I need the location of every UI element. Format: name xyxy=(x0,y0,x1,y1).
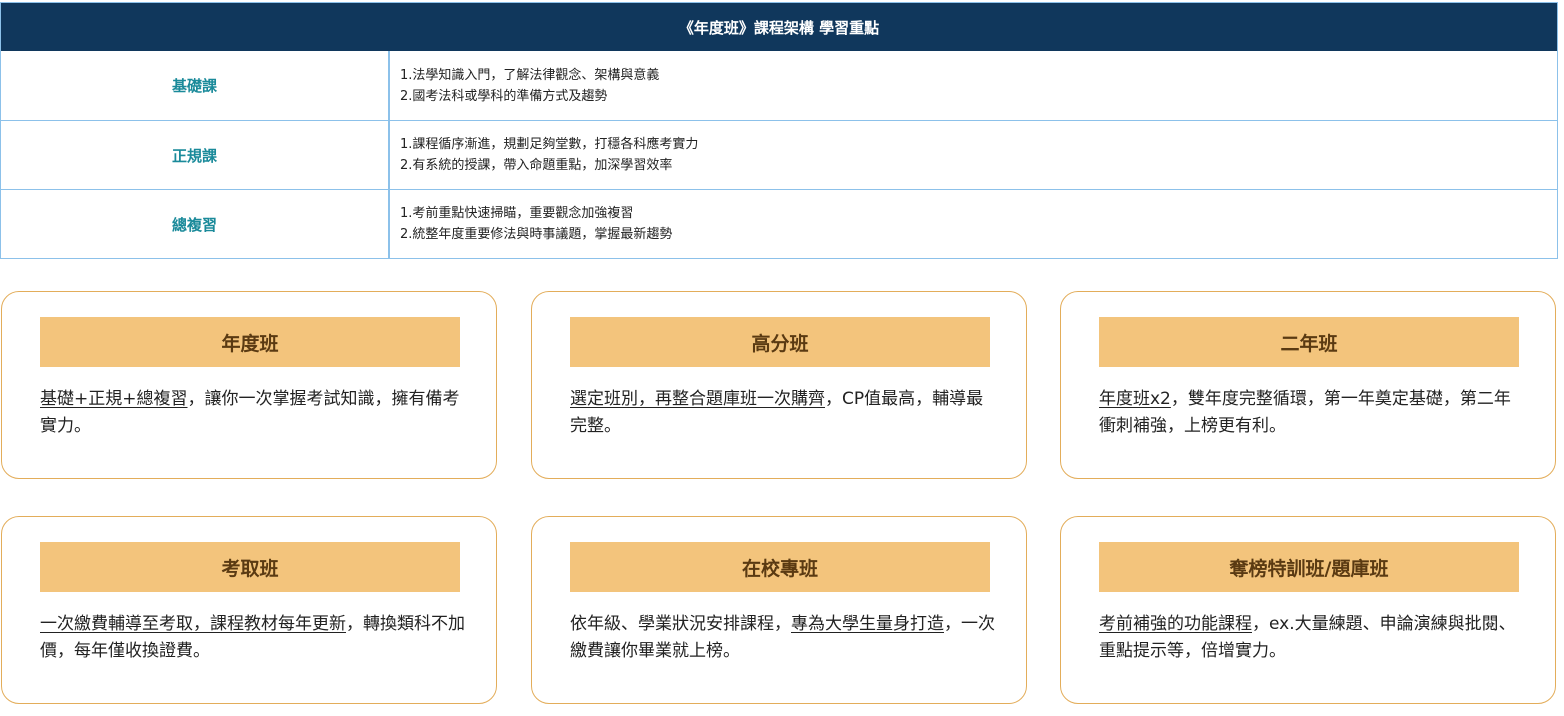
row-label-review: 總複習 xyxy=(1,190,390,258)
row-label-basic: 基礎課 xyxy=(1,51,390,120)
table-row: 正規課 1.課程循序漸進，規劃足夠堂數，打穩各科應考實力 2.有系統的授課，帶入… xyxy=(1,120,1557,189)
class-card-annual: 年度班 基礎+正規+總複習，讓你一次掌握考試知識，擁有備考實力。 xyxy=(1,291,497,479)
row-description: 1.考前重點快速掃瞄，重要觀念加強複習 2.統整年度重要修法與時事議題，掌握最新… xyxy=(390,190,1557,258)
card-text-pre: 依年級、學業狀況安排課程， xyxy=(570,614,791,634)
card-title: 奪榜特訓班/題庫班 xyxy=(1099,542,1519,592)
card-description: 基礎+正規+總複習，讓你一次掌握考試知識，擁有備考實力。 xyxy=(40,386,465,440)
description-line: 2.有系統的授課，帶入命題重點，加深學習效率 xyxy=(400,158,673,173)
card-description: 年度班x2，雙年度完整循環，第一年奠定基礎，第二年衝刺補強，上榜更有利。 xyxy=(1099,386,1524,440)
card-text-highlight: 一次繳費輔導至考取，課程教材每年更新 xyxy=(40,614,346,634)
row-description: 1.課程循序漸進，規劃足夠堂數，打穩各科應考實力 2.有系統的授課，帶入命題重點… xyxy=(390,121,1557,189)
description-line: 1.考前重點快速掃瞄，重要觀念加強複習 xyxy=(400,206,634,221)
card-title: 年度班 xyxy=(40,317,460,367)
card-text-highlight: 基礎+正規+總複習 xyxy=(40,389,188,409)
card-text-highlight: 選定班別，再整合題庫班一次購齊 xyxy=(570,389,825,409)
description-line: 2.國考法科或學科的準備方式及趨勢 xyxy=(400,88,608,104)
card-description: 選定班別，再整合題庫班一次購齊，CP值最高，輔導最完整。 xyxy=(570,386,995,440)
class-card-high-score: 高分班 選定班別，再整合題庫班一次購齊，CP值最高，輔導最完整。 xyxy=(531,291,1027,479)
class-card-pass-guarantee: 考取班 一次繳費輔導至考取，課程教材每年更新，轉換類科不加價，每年僅收換證費。 xyxy=(1,516,497,704)
card-text-highlight: 考前補強的功能課程 xyxy=(1099,614,1252,634)
table-row: 基礎課 1.法學知識入門，了解法律觀念、架構與意義 2.國考法科或學科的準備方式… xyxy=(1,51,1557,120)
class-card-intensive: 奪榜特訓班/題庫班 考前補強的功能課程，ex.大量練題、申論演練與批閱、重點提示… xyxy=(1060,516,1556,704)
row-description: 1.法學知識入門，了解法律觀念、架構與意義 2.國考法科或學科的準備方式及趨勢 xyxy=(390,51,1557,120)
card-description: 考前補強的功能課程，ex.大量練題、申論演練與批閱、重點提示等，倍增實力。 xyxy=(1099,611,1524,665)
description-line: 2.統整年度重要修法與時事議題，掌握最新趨勢 xyxy=(400,227,673,242)
row-label-regular: 正規課 xyxy=(1,121,390,189)
card-title: 二年班 xyxy=(1099,317,1519,367)
table-header: 《年度班》課程架構 學習重點 xyxy=(1,3,1557,51)
table-row: 總複習 1.考前重點快速掃瞄，重要觀念加強複習 2.統整年度重要修法與時事議題，… xyxy=(1,189,1557,258)
card-text-highlight: 年度班x2 xyxy=(1099,389,1171,409)
card-title: 高分班 xyxy=(570,317,990,367)
card-text-highlight: 專為大學生量身打造 xyxy=(791,614,944,634)
class-card-two-year: 二年班 年度班x2，雙年度完整循環，第一年奠定基礎，第二年衝刺補強，上榜更有利。 xyxy=(1060,291,1556,479)
card-description: 依年級、學業狀況安排課程，專為大學生量身打造，一次繳費讓你畢業就上榜。 xyxy=(570,611,995,665)
card-title: 考取班 xyxy=(40,542,460,592)
course-structure-table: 《年度班》課程架構 學習重點 基礎課 1.法學知識入門，了解法律觀念、架構與意義… xyxy=(0,2,1558,259)
description-line: 1.課程循序漸進，規劃足夠堂數，打穩各科應考實力 xyxy=(400,137,699,152)
class-card-campus: 在校專班 依年級、學業狀況安排課程，專為大學生量身打造，一次繳費讓你畢業就上榜。 xyxy=(531,516,1027,704)
card-description: 一次繳費輔導至考取，課程教材每年更新，轉換類科不加價，每年僅收換證費。 xyxy=(40,611,465,665)
description-line: 1.法學知識入門，了解法律觀念、架構與意義 xyxy=(400,67,660,83)
card-title: 在校專班 xyxy=(570,542,990,592)
